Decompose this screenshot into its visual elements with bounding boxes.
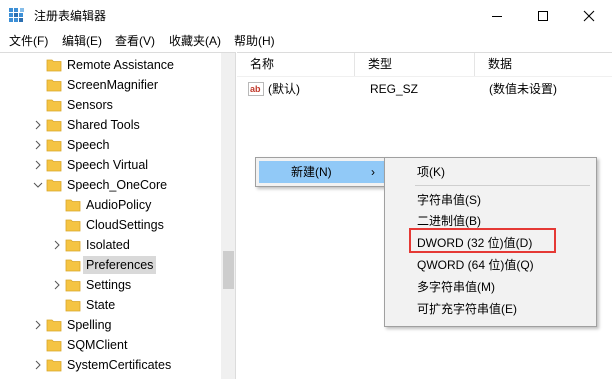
header-divider — [237, 76, 612, 77]
submenu-item-0[interactable]: 项(K) — [388, 161, 593, 183]
tree-item-label: ScreenMagnifier — [67, 78, 159, 92]
window-title: 注册表编辑器 — [34, 9, 107, 23]
tree-item-speech[interactable]: Speech — [0, 135, 222, 155]
tree-item-state[interactable]: State — [0, 295, 222, 315]
tree-item-label: Sensors — [67, 98, 113, 112]
tree-vertical-scrollbar[interactable] — [221, 53, 235, 379]
maximize-icon — [538, 10, 548, 21]
value-row[interactable]: ab (默认) REG_SZ (数值未设置) — [237, 79, 612, 99]
tree-item-settings[interactable]: Settings — [0, 275, 222, 295]
tree-item-label: AudioPolicy — [86, 198, 152, 212]
close-button[interactable] — [566, 0, 612, 31]
column-header-name[interactable]: 名称 — [237, 53, 355, 76]
folder-icon — [65, 199, 81, 212]
tree-item-label: Settings — [86, 278, 132, 292]
tree-item-label: SystemCertificates — [67, 358, 172, 372]
minimize-button[interactable] — [474, 0, 520, 31]
tree-item-shared-tools[interactable]: Shared Tools — [0, 115, 222, 135]
tree-item-isolated[interactable]: Isolated — [0, 235, 222, 255]
chevron-right-icon[interactable] — [51, 239, 63, 251]
tree-item-label: Preferences — [83, 256, 157, 274]
chevron-right-icon[interactable] — [32, 119, 44, 131]
tree-item-label: Remote Assistance — [67, 58, 174, 72]
submenu-arrow-icon: › — [371, 165, 375, 179]
value-type: REG_SZ — [370, 82, 419, 96]
folder-icon — [46, 79, 62, 92]
folder-icon — [65, 299, 81, 312]
submenu-separator — [415, 185, 590, 186]
tree-item-label: Speech — [67, 138, 110, 152]
tree-item-label: Isolated — [86, 238, 130, 252]
tree-item-remote-assistance[interactable]: Remote Assistance — [0, 55, 222, 75]
tree-item-label: CloudSettings — [86, 218, 164, 232]
folder-icon — [46, 359, 62, 372]
folder-icon — [46, 319, 62, 332]
chevron-right-icon[interactable] — [51, 279, 63, 291]
registry-editor-app-icon — [9, 8, 24, 22]
menu-view[interactable]: 查看(V) — [115, 33, 155, 49]
folder-icon — [46, 99, 62, 112]
tree-item-screenmagnifier[interactable]: ScreenMagnifier — [0, 75, 222, 95]
submenu-item-4[interactable]: QWORD (64 位)值(Q) — [388, 254, 593, 276]
tree-item-speech-onecore[interactable]: Speech_OneCore — [0, 175, 222, 195]
folder-icon — [65, 219, 81, 232]
folder-icon — [65, 239, 81, 252]
tree-item-speech-virtual[interactable]: Speech Virtual — [0, 155, 222, 175]
tree-item-label: Spelling — [67, 318, 112, 332]
folder-icon — [46, 179, 62, 192]
tree-item-sqmclient[interactable]: SQMClient — [0, 335, 222, 355]
tree-item-spelling[interactable]: Spelling — [0, 315, 222, 335]
tree-item-audiopolicy[interactable]: AudioPolicy — [0, 195, 222, 215]
context-menu-new[interactable]: 新建(N) › — [259, 161, 384, 183]
folder-icon — [65, 279, 81, 292]
tree-item-label: SQMClient — [67, 338, 128, 352]
folder-icon — [46, 159, 62, 172]
tree-item-systemcertificates[interactable]: SystemCertificates — [0, 355, 222, 375]
chevron-right-icon[interactable] — [32, 139, 44, 151]
context-menu: 新建(N) › — [255, 157, 386, 187]
submenu-item-5[interactable]: 多字符串值(M) — [388, 276, 593, 298]
submenu-item-1[interactable]: 字符串值(S) — [388, 189, 593, 211]
tree-item-label: Shared Tools — [67, 118, 140, 132]
chevron-right-icon[interactable] — [32, 159, 44, 171]
menu-edit[interactable]: 编辑(E) — [62, 33, 102, 49]
maximize-button[interactable] — [520, 0, 566, 31]
minimize-icon — [492, 15, 502, 17]
column-header-data[interactable]: 数据 — [475, 53, 612, 76]
folder-icon — [46, 119, 62, 132]
submenu-item-6[interactable]: 可扩充字符串值(E) — [388, 298, 593, 320]
menu-help[interactable]: 帮助(H) — [234, 33, 275, 49]
folder-icon — [65, 259, 81, 272]
column-header-type[interactable]: 类型 — [355, 53, 475, 76]
string-value-icon: ab — [248, 82, 264, 96]
dword-highlight-box — [409, 228, 556, 253]
tree-item-label: Speech Virtual — [67, 158, 149, 172]
tree-scrollbar-thumb[interactable] — [223, 251, 234, 289]
tree-item-cloudsettings[interactable]: CloudSettings — [0, 215, 222, 235]
tree-item-label: Speech_OneCore — [67, 178, 168, 192]
chevron-right-icon[interactable] — [32, 359, 44, 371]
context-menu-new-label: 新建(N) — [291, 165, 332, 179]
value-data: (数值未设置) — [489, 82, 557, 96]
menu-file[interactable]: 文件(F) — [9, 33, 48, 49]
menu-bar: 文件(F) 编辑(E) 查看(V) 收藏夹(A) 帮助(H) — [0, 31, 612, 51]
registry-tree-pane: Remote Assistance ScreenMagnifier Sensors S… — [0, 52, 236, 379]
folder-icon — [46, 339, 62, 352]
chevron-right-icon[interactable] — [32, 319, 44, 331]
tree-item-label: State — [86, 298, 116, 312]
close-icon — [583, 10, 595, 21]
title-bar: 注册表编辑器 — [0, 0, 612, 31]
chevron-down-icon[interactable] — [32, 179, 44, 191]
menu-favorites[interactable]: 收藏夹(A) — [169, 33, 221, 49]
new-submenu: 项(K) 字符串值(S) 二进制值(B) DWORD (32 位)值(D) QWORD … — [384, 157, 597, 327]
folder-icon — [46, 59, 62, 72]
tree-item-preferences[interactable]: Preferences — [0, 255, 222, 275]
value-name: (默认) — [268, 82, 300, 96]
tree-item-sensors[interactable]: Sensors — [0, 95, 222, 115]
folder-icon — [46, 139, 62, 152]
